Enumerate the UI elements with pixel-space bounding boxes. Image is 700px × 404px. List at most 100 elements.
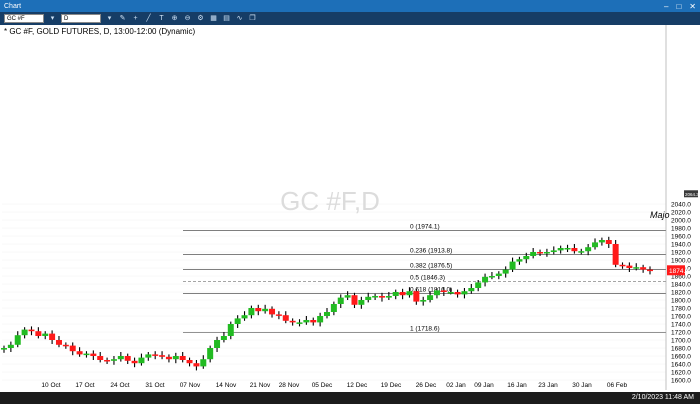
price-tick-label: 1820.0 (671, 290, 691, 297)
window-title-bar: Chart – □ ✕ (0, 0, 700, 12)
candle-body (447, 292, 454, 294)
period-input[interactable]: D (61, 14, 101, 23)
price-tick-label: 2040.0 (671, 202, 691, 209)
price-tick-label: 1700.0 (671, 338, 691, 345)
candle-body (83, 353, 90, 356)
candle-body (145, 354, 152, 358)
price-tick-label: 1640.0 (671, 362, 691, 369)
candle-body (571, 248, 578, 252)
price-tick-label: 1980.0 (671, 226, 691, 233)
settings-icon[interactable]: ⚙ (196, 14, 205, 23)
date-tick-label: 07 Nov (180, 382, 201, 389)
candle-body (76, 351, 83, 355)
candle-body (399, 292, 406, 296)
date-tick-label: 31 Oct (145, 382, 164, 389)
price-tick-label: 1840.0 (671, 282, 691, 289)
top-price-badge-label: 2064.3 (685, 192, 699, 197)
candle-body (303, 320, 310, 323)
maximize-icon[interactable]: □ (676, 2, 681, 11)
date-tick-label: 26 Dec (416, 382, 437, 389)
candle-body (406, 291, 413, 296)
grid-icon[interactable]: ▦ (209, 14, 218, 23)
symbol-input[interactable]: GC #F (4, 14, 44, 23)
candle-body (543, 252, 550, 254)
candle-body (193, 363, 200, 367)
fib-level-label: 1 (1718.6) (410, 326, 440, 333)
candle-body (392, 292, 399, 296)
date-tick-label: 19 Dec (381, 382, 402, 389)
date-tick-label: 28 Nov (279, 382, 300, 389)
candle-body (564, 248, 571, 250)
candle-body (516, 259, 523, 262)
date-tick-label: 10 Oct (41, 382, 60, 389)
candle-body (557, 248, 564, 251)
close-icon[interactable]: ✕ (689, 2, 696, 11)
price-tick-label: 1920.0 (671, 250, 691, 257)
price-tick-label: 1900.0 (671, 258, 691, 265)
bars-icon[interactable]: ▤ (222, 14, 231, 23)
candle-body (35, 331, 42, 336)
candle-body (378, 296, 385, 298)
candle-body (585, 247, 592, 252)
date-tick-label: 21 Nov (250, 382, 271, 389)
fib-level-label: 0.382 (1876.5) (410, 262, 452, 269)
candle-body (468, 288, 475, 292)
date-tick-label: 16 Jan (507, 382, 527, 389)
candle-body (324, 312, 330, 316)
status-datetime: 2/10/2023 11:48 AM (631, 394, 694, 401)
major-annotation: Majo (650, 210, 670, 220)
candle-body (612, 244, 619, 265)
candle-body (269, 308, 276, 315)
candle-body (605, 240, 612, 244)
line-icon[interactable]: ╱ (144, 14, 153, 23)
date-axis: 10 Oct 17 Oct 24 Oct 31 Oct 07 Nov 14 Nov 21 N… (41, 382, 627, 389)
chevron-down-icon[interactable]: ▾ (48, 14, 57, 23)
candle-body (55, 340, 62, 345)
date-tick-label: 09 Jan (474, 382, 494, 389)
price-tick-label: 1720.0 (671, 330, 691, 337)
symbol-watermark: GC #F,D (280, 186, 380, 216)
candle-body (49, 333, 56, 340)
price-chart[interactable]: 0 (1974.1) 0.236 (1913.8) 0.382 (1876.5) 0.… (0, 25, 700, 390)
candle-body (220, 336, 227, 340)
candle-body (296, 322, 303, 324)
zoom-out-icon[interactable]: ⊖ (183, 14, 192, 23)
price-tick-label: 2020.0 (671, 210, 691, 217)
price-tick-label: 1760.0 (671, 314, 691, 321)
candle-body (344, 295, 351, 298)
price-tick-label: 1960.0 (671, 234, 691, 241)
candle-body (159, 355, 166, 357)
candle-body (351, 295, 358, 305)
candle-body (275, 314, 282, 316)
candle-body (104, 360, 111, 362)
text-icon[interactable]: T (157, 14, 166, 23)
candle-body (420, 300, 427, 302)
candle-body (592, 242, 599, 248)
template-icon[interactable]: ❐ (248, 14, 257, 23)
price-tick-label: 1620.0 (671, 370, 691, 377)
candle-body (42, 333, 49, 336)
minimize-icon[interactable]: – (664, 2, 668, 11)
fib-level-label: 0.5 (1846.3) (410, 274, 445, 281)
last-price-label: 1874.3 (669, 268, 689, 275)
price-tick-label: 1780.0 (671, 306, 691, 313)
crosshair-icon[interactable]: + (131, 14, 140, 23)
chevron-down-icon[interactable]: ▾ (105, 14, 114, 23)
candle-body (537, 252, 544, 254)
chart-header: * GC #F, GOLD FUTURES, D, 13:00-12:00 (D… (4, 27, 196, 36)
draw-icon[interactable]: ✎ (118, 14, 127, 23)
candle-body (28, 329, 35, 332)
date-tick-label: 23 Jan (538, 382, 558, 389)
candle-body (7, 344, 14, 348)
candle-body (372, 296, 379, 298)
window-title: Chart (4, 2, 22, 10)
price-tick-label: 2000.0 (671, 218, 691, 225)
candle-body (365, 296, 372, 300)
price-tick-label: 1800.0 (671, 298, 691, 305)
candle-body (214, 340, 221, 348)
candle-body (165, 356, 172, 360)
candle-body (413, 291, 420, 302)
candle-body (523, 256, 530, 260)
indicator-icon[interactable]: ∿ (235, 14, 244, 23)
zoom-in-icon[interactable]: ⊕ (170, 14, 179, 23)
